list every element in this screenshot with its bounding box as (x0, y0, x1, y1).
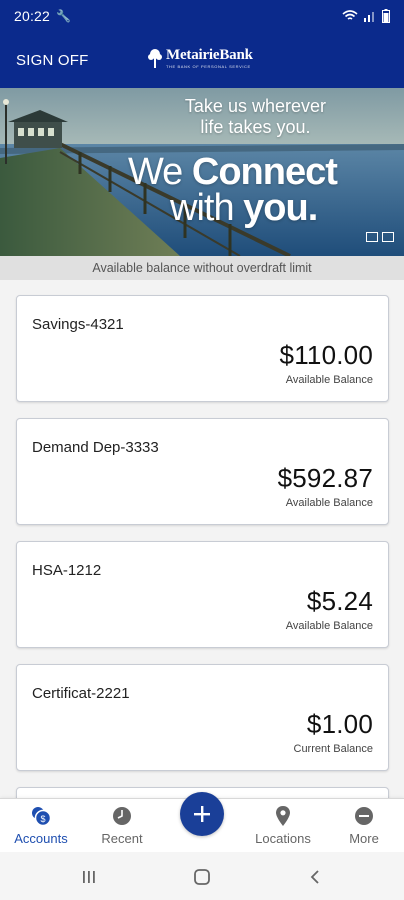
fdic-logo-icon (366, 232, 378, 242)
logo-tagline: THE BANK OF PERSONAL SERVICE (166, 64, 251, 69)
status-time: 20:22 (14, 8, 51, 24)
nav-accounts-label: Accounts (14, 831, 68, 846)
bank-logo: MetairieBank THE BANK OF PERSONAL SERVIC… (148, 48, 253, 69)
system-nav-bar (0, 852, 404, 900)
status-bar: 20:22 🔧 (0, 0, 404, 32)
add-button[interactable] (180, 792, 224, 836)
status-icons (342, 9, 390, 23)
nav-locations-label: Locations (255, 831, 311, 846)
wifi-icon (342, 10, 358, 20)
banner-headline: We Connect with you. (128, 153, 338, 229)
account-card[interactable]: HSA-1212 $5.24 Available Balance (16, 541, 389, 648)
home-button[interactable] (190, 866, 214, 888)
accounts-icon: $ (30, 805, 52, 827)
sign-off-button[interactable]: SIGN OFF (16, 52, 88, 69)
account-balance: $592.87 (277, 463, 373, 493)
more-icon (353, 805, 375, 827)
banner-tagline: Take us wherever life takes you. (185, 96, 326, 138)
balance-type: Available Balance (285, 620, 373, 632)
account-name: Savings-4321 (32, 316, 124, 333)
oak-tree-icon (148, 48, 162, 68)
balance-notice: Available balance without overdraft limi… (0, 256, 404, 280)
plus-icon (194, 806, 210, 822)
headline-with: with (170, 187, 244, 229)
nav-more[interactable]: More (324, 799, 404, 853)
wrench-icon: 🔧 (56, 9, 71, 23)
balance-type: Available Balance (285, 497, 373, 509)
promo-banner[interactable]: Take us wherever life takes you. We Conn… (0, 88, 404, 256)
nav-more-label: More (349, 831, 379, 846)
back-button[interactable] (303, 866, 327, 888)
nav-locations[interactable]: Locations (243, 799, 323, 853)
app-header: SIGN OFF MetairieBank THE BANK OF PERSON… (0, 32, 404, 88)
back-icon (310, 870, 319, 884)
battery-icon (382, 9, 390, 23)
account-name: Certificat-2221 (32, 685, 130, 702)
account-name: HSA-1212 (32, 562, 102, 579)
recents-icon (83, 871, 95, 883)
headline-you: you. (243, 187, 318, 229)
nav-accounts[interactable]: $ Accounts (1, 799, 81, 853)
account-card[interactable]: Certificat-2221 $1.00 Current Balance (16, 664, 389, 771)
account-balance: $110.00 (279, 340, 373, 370)
banner-tagline-line1: Take us wherever (184, 96, 326, 116)
nav-recent[interactable]: Recent (82, 799, 162, 853)
balance-type: Available Balance (285, 374, 373, 386)
equal-housing-icon (382, 232, 394, 242)
nav-recent-label: Recent (101, 831, 143, 846)
signal-icon (364, 12, 374, 22)
svg-text:$: $ (40, 814, 45, 824)
account-name: Demand Dep-3333 (32, 439, 159, 456)
account-balance: $5.24 (306, 586, 373, 616)
clock-icon (111, 805, 133, 827)
banner-tagline-line2: life takes you. (200, 117, 311, 137)
balance-type: Current Balance (293, 743, 374, 755)
recents-button[interactable] (77, 866, 101, 888)
logo-name: MetairieBank (166, 47, 253, 63)
location-pin-icon (272, 805, 294, 827)
account-balance: $1.00 (306, 709, 373, 739)
home-icon (194, 869, 210, 885)
account-card[interactable]: Savings-4321 $110.00 Available Balance (16, 295, 389, 402)
account-card[interactable]: Demand Dep-3333 $592.87 Available Balanc… (16, 418, 389, 525)
regulatory-logos (366, 232, 394, 242)
